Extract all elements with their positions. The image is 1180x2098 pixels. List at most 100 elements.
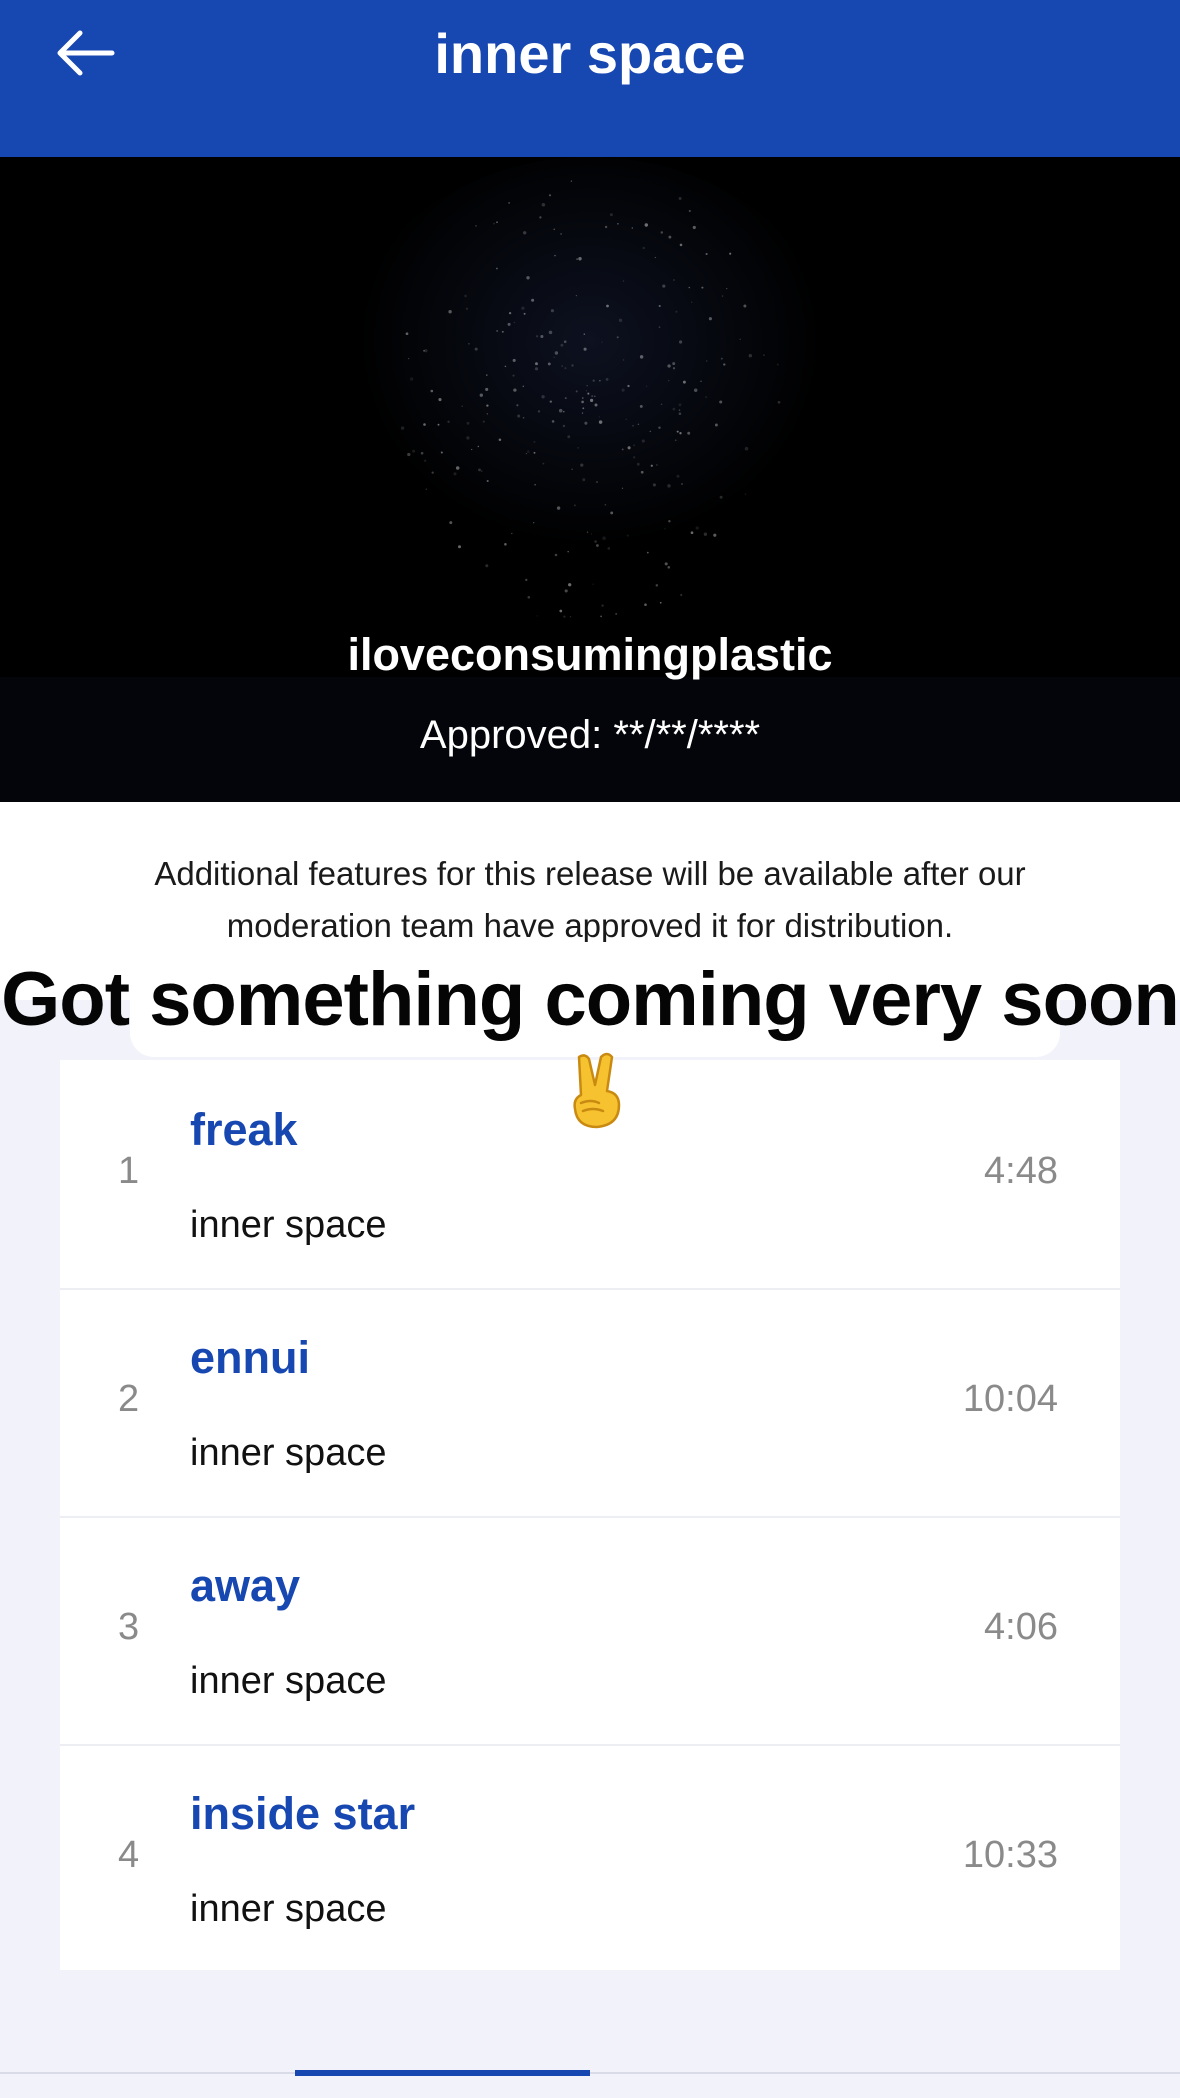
star-speck	[498, 438, 502, 441]
star-speck	[655, 584, 659, 587]
star-speck	[633, 456, 636, 459]
star-speck	[547, 362, 551, 366]
star-speck	[583, 347, 587, 351]
star-speck	[585, 390, 588, 392]
star-speck	[468, 343, 470, 345]
star-speck	[726, 287, 728, 290]
star-speck	[437, 423, 440, 426]
star-speck	[563, 340, 567, 343]
star-speck	[639, 404, 643, 408]
star-speck	[604, 225, 608, 229]
star-speck	[461, 405, 463, 407]
star-speck	[512, 374, 515, 377]
star-speck	[564, 589, 568, 593]
star-speck	[424, 459, 427, 462]
star-speck	[522, 416, 525, 419]
star-speck	[475, 225, 477, 227]
star-speck	[644, 223, 648, 227]
star-speck	[482, 420, 485, 423]
star-speck	[644, 603, 647, 607]
star-speck	[744, 446, 749, 451]
star-speck	[621, 487, 624, 489]
star-speck	[672, 367, 676, 370]
star-speck	[507, 322, 511, 326]
caption-text: Got something coming very soon	[1, 957, 1180, 1042]
star-speck	[508, 202, 510, 204]
star-speck	[496, 221, 498, 224]
star-speck	[636, 462, 640, 466]
star-speck	[511, 532, 513, 535]
star-speck	[570, 180, 573, 182]
track-album: inner space	[190, 1432, 387, 1474]
star-speck	[674, 439, 677, 442]
star-speck	[600, 615, 602, 618]
star-speck	[601, 604, 604, 607]
track-title: ennui	[190, 1332, 310, 1383]
star-speck	[496, 330, 498, 332]
star-speck	[615, 612, 618, 615]
star-speck	[423, 423, 426, 426]
track-row[interactable]: 3 away inner space 4:06	[60, 1516, 1120, 1746]
tab-indicator	[295, 2070, 590, 2076]
star-speck	[478, 468, 481, 472]
star-speck	[486, 479, 489, 483]
track-title: inside star	[190, 1788, 416, 1839]
star-speck	[563, 410, 565, 413]
star-speck	[679, 340, 683, 344]
star-speck	[645, 385, 648, 387]
star-speck	[542, 462, 545, 465]
star-speck	[658, 304, 661, 308]
star-speck	[610, 511, 614, 515]
star-speck	[777, 400, 781, 404]
star-speck	[567, 435, 571, 439]
star-speck	[554, 351, 559, 355]
star-speck	[748, 353, 753, 358]
star-speck	[582, 478, 586, 482]
star-speck	[682, 380, 686, 384]
star-speck	[678, 196, 682, 201]
star-speck	[678, 409, 681, 411]
star-speck	[407, 357, 410, 360]
star-speck	[713, 533, 717, 537]
star-speck	[678, 403, 682, 407]
track-row[interactable]: 2 ennui inner space 10:04	[60, 1288, 1120, 1518]
star-speck	[679, 243, 683, 247]
star-speck	[721, 295, 724, 297]
star-speck	[453, 472, 457, 476]
track-number: 2	[118, 1378, 140, 1420]
star-speck	[656, 464, 658, 466]
star-speck	[581, 400, 584, 404]
star-speck	[626, 534, 629, 537]
star-speck	[660, 403, 663, 405]
star-speck	[688, 286, 691, 289]
star-speck	[662, 284, 666, 288]
star-speck	[485, 387, 489, 391]
star-speck	[431, 471, 434, 474]
star-speck	[641, 439, 645, 443]
star-speck	[516, 404, 519, 407]
track-album: inner space	[190, 1204, 387, 1246]
star-speck	[594, 540, 597, 543]
star-speck	[549, 400, 552, 403]
star-speck	[621, 388, 625, 392]
star-speck	[553, 356, 555, 358]
star-speck	[706, 360, 708, 362]
star-speck	[687, 431, 691, 435]
track-row[interactable]: 4 inside star inner space 10:33	[60, 1744, 1120, 1972]
star-speck	[536, 615, 538, 617]
star-speck	[583, 333, 586, 335]
star-speck	[667, 566, 671, 569]
star-speck	[676, 474, 680, 478]
victory-hand-emoji	[573, 1052, 621, 1129]
star-speck	[548, 330, 553, 335]
star-speck	[622, 280, 625, 282]
star-speck	[618, 318, 623, 323]
star-speck	[400, 426, 405, 430]
star-speck	[601, 341, 603, 343]
star-speck	[616, 336, 619, 339]
star-speck	[559, 609, 563, 613]
star-speck	[537, 410, 541, 413]
star-speck	[575, 390, 578, 393]
star-speck	[571, 364, 574, 367]
star-speck	[652, 483, 656, 487]
